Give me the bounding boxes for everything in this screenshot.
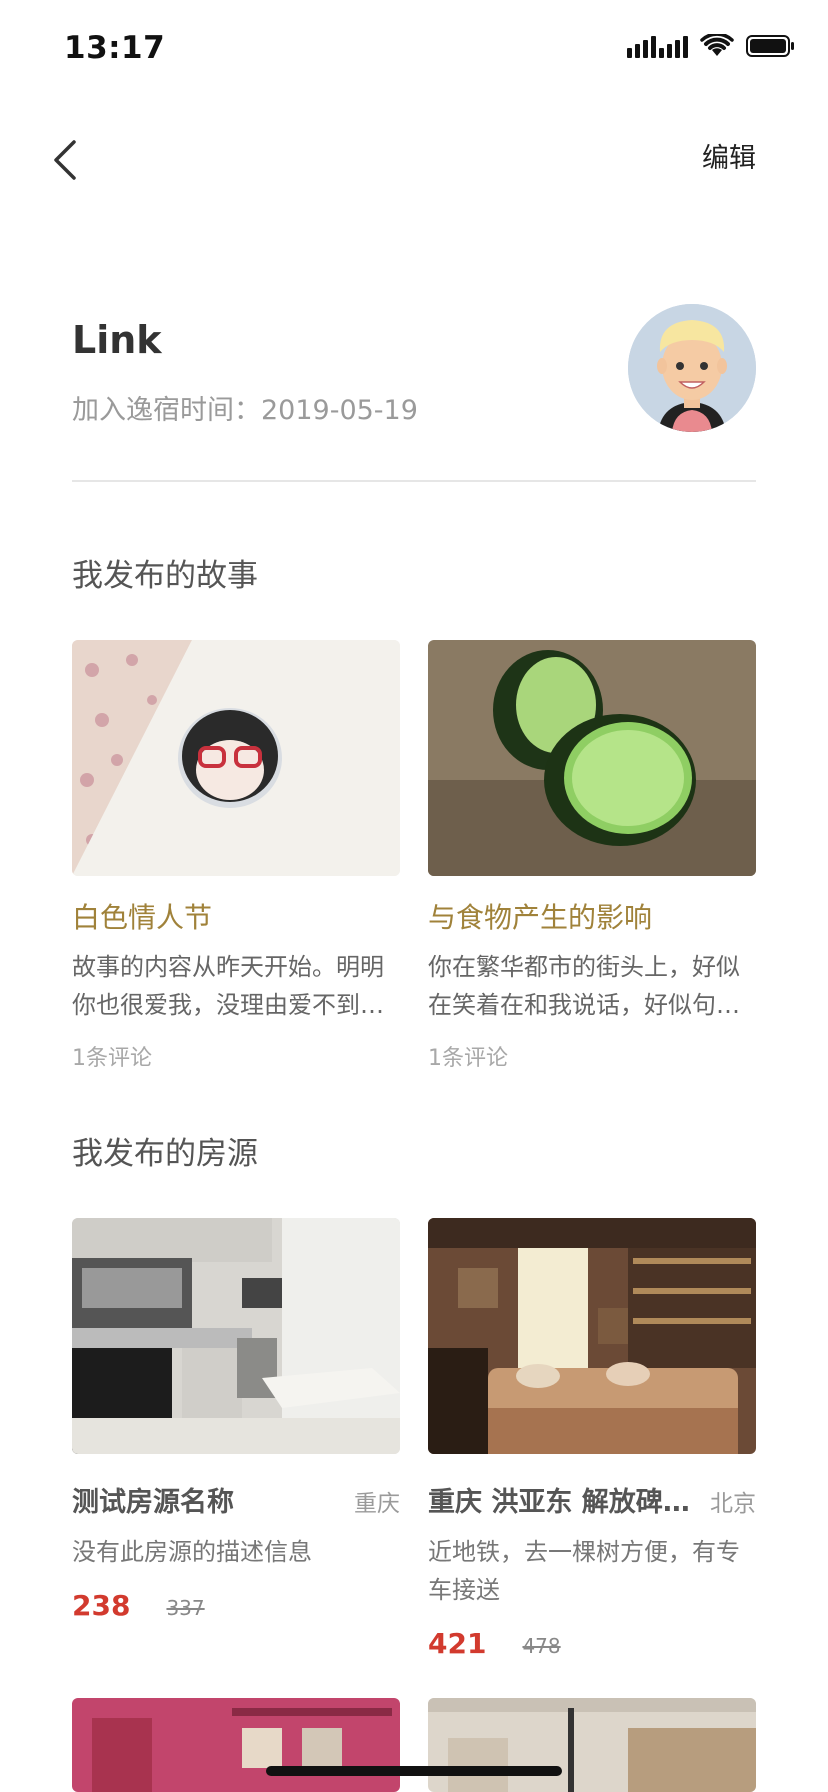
avatar[interactable] <box>628 304 756 432</box>
avatar-illustration <box>628 304 756 432</box>
join-date-row: 加入逸宿时间：2019-05-19 <box>72 388 418 427</box>
house-price: 421 <box>428 1627 487 1660</box>
stories-section-title: 我发布的故事 <box>72 558 258 594</box>
house-original-price: 337 <box>166 1596 205 1620</box>
house-price: 238 <box>72 1589 131 1622</box>
battery-icon <box>746 34 796 58</box>
price-row: 421 478 <box>428 1627 756 1660</box>
edit-button[interactable]: 编辑 <box>702 136 756 175</box>
house-header-row: 重庆 洪亚东 解放碑 时尚公寓 北京 <box>428 1480 756 1519</box>
status-time: 13:17 <box>64 30 166 66</box>
story-comment-count: 1条评论 <box>72 1046 152 1071</box>
story-title: 与食物产生的影响 <box>428 901 653 934</box>
story-title: 白色情人节 <box>72 901 213 934</box>
price-row: 238 337 <box>72 1589 400 1622</box>
story-excerpt: 你在繁华都市的街头上，好似在笑着在和我说话，好似句句都 <box>428 953 740 1019</box>
status-bar: 13:17 <box>0 0 828 100</box>
house-header-row: 测试房源名称 重庆 <box>72 1480 400 1519</box>
house-card[interactable] <box>72 1698 400 1792</box>
house-original-price: 478 <box>522 1634 561 1658</box>
house-city: 重庆 <box>354 1491 400 1517</box>
back-button[interactable] <box>40 130 90 190</box>
house-cover-image <box>428 1218 756 1454</box>
houses-section-title: 我发布的房源 <box>72 1136 258 1172</box>
story-card[interactable]: 与食物产生的影响 你在繁华都市的街头上，好似在笑着在和我说话，好似句句都 1条评… <box>428 640 756 1072</box>
profile-header: Link 加入逸宿时间：2019-05-19 <box>72 300 756 482</box>
story-excerpt: 故事的内容从昨天开始。明明你也很爱我，没理由爱不到一起 <box>72 953 384 1019</box>
house-description: 没有此房源的描述信息 <box>72 1538 312 1566</box>
wifi-icon <box>700 34 734 58</box>
house-card[interactable]: 重庆 洪亚东 解放碑 时尚公寓 北京 近地铁，去一棵树方便，有专车接送 421 … <box>428 1218 756 1660</box>
story-card[interactable]: 白色情人节 故事的内容从昨天开始。明明你也很爱我，没理由爱不到一起 1条评论 <box>72 640 400 1072</box>
house-cover-image <box>72 1218 400 1454</box>
chevron-left-icon <box>54 140 76 180</box>
story-cover-image <box>72 640 400 876</box>
house-title: 测试房源名称 <box>72 1487 234 1518</box>
status-icons <box>627 34 796 58</box>
house-card[interactable]: 测试房源名称 重庆 没有此房源的描述信息 238 337 <box>72 1218 400 1622</box>
house-cover-image <box>72 1698 400 1792</box>
house-cover-image <box>428 1698 756 1792</box>
join-date-label: 加入逸宿时间： <box>72 395 261 426</box>
join-date-value: 2019-05-19 <box>261 395 418 426</box>
cellular-signal-icon <box>627 34 688 58</box>
house-description: 近地铁，去一棵树方便，有专车接送 <box>428 1538 740 1604</box>
profile-name: Link <box>72 318 162 362</box>
story-cover-image <box>428 640 756 876</box>
home-indicator <box>266 1766 562 1776</box>
house-card[interactable] <box>428 1698 756 1792</box>
house-title: 重庆 洪亚东 解放碑 时尚公寓 <box>428 1487 698 1518</box>
house-city: 北京 <box>710 1491 756 1517</box>
story-comment-count: 1条评论 <box>428 1046 508 1071</box>
